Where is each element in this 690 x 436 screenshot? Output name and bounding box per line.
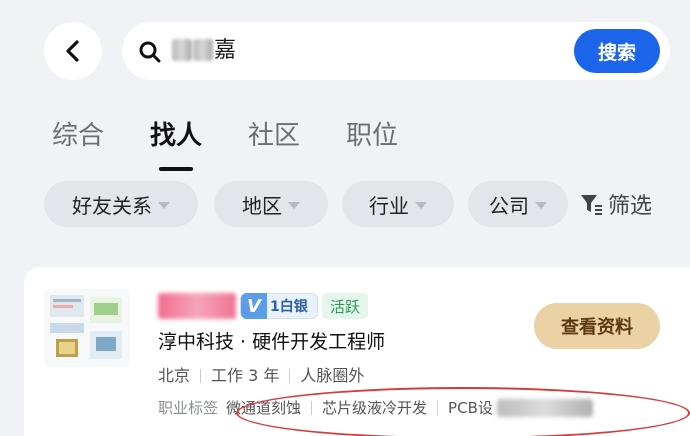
filter-chip-company[interactable]: 公司 bbox=[468, 181, 568, 227]
location: 北京 bbox=[158, 366, 191, 385]
caret-down-icon bbox=[535, 201, 547, 209]
vip-badge-letter: V bbox=[241, 293, 267, 319]
person-result-card[interactable]: V 1白银 活跃 淳中科技 · 硬件开发工程师 北京 工作 3 年 人脉圈外 职… bbox=[24, 267, 690, 436]
avatar-image bbox=[50, 295, 122, 359]
search-query-char: 嘉 bbox=[214, 38, 237, 63]
filter-chip-friend-relation[interactable]: 好友关系 bbox=[44, 181, 198, 227]
divider bbox=[200, 369, 202, 383]
view-profile-button[interactable]: 查看资料 bbox=[534, 303, 660, 349]
tab-jobs[interactable]: 职位 bbox=[346, 117, 398, 161]
search-button[interactable]: 搜索 bbox=[574, 29, 660, 73]
filter-chip-label: 行业 bbox=[369, 193, 409, 218]
active-tab-indicator bbox=[159, 167, 194, 171]
search-input[interactable]: 嘉 搜索 bbox=[122, 22, 670, 80]
filter-button[interactable]: 筛选 bbox=[578, 186, 652, 222]
experience: 工作 3 年 bbox=[211, 366, 280, 385]
vip-badge: V 1白银 bbox=[240, 293, 318, 319]
career-tags-label: 职业标签 bbox=[158, 399, 219, 417]
caret-down-icon bbox=[158, 201, 170, 209]
funnel-icon bbox=[581, 195, 602, 215]
tab-comprehensive[interactable]: 综合 bbox=[52, 117, 104, 161]
tab-community[interactable]: 社区 bbox=[248, 117, 300, 161]
vip-badge-text: 1白银 bbox=[270, 299, 308, 315]
person-meta: 北京 工作 3 年 人脉圈外 bbox=[158, 365, 364, 387]
filter-chip-region[interactable]: 地区 bbox=[214, 181, 328, 227]
search-icon bbox=[139, 41, 161, 63]
caret-down-icon bbox=[415, 201, 427, 209]
filter-chip-industry[interactable]: 行业 bbox=[342, 181, 454, 227]
person-title: 淳中科技 · 硬件开发工程师 bbox=[158, 331, 386, 353]
filter-chip-label: 好友关系 bbox=[72, 193, 152, 218]
filter-chip-label: 地区 bbox=[242, 193, 282, 218]
avatar bbox=[44, 289, 130, 367]
back-button[interactable] bbox=[44, 22, 102, 80]
divider bbox=[289, 369, 291, 383]
filter-button-label: 筛选 bbox=[608, 194, 653, 219]
blurred-text bbox=[193, 39, 213, 61]
caret-down-icon bbox=[288, 201, 300, 209]
blurred-name bbox=[158, 293, 236, 319]
tab-people[interactable]: 找人 bbox=[150, 117, 203, 171]
active-status-badge: 活跃 bbox=[322, 293, 369, 319]
search-query: 嘉 bbox=[172, 35, 236, 67]
chevron-left-icon bbox=[66, 40, 79, 62]
annotation-circle bbox=[236, 387, 690, 436]
search-tabs: 综合 找人 社区 职位 bbox=[52, 117, 444, 171]
filter-chip-label: 公司 bbox=[489, 193, 529, 218]
blurred-text bbox=[172, 39, 192, 61]
tab-people-label: 找人 bbox=[150, 121, 203, 151]
network-status: 人脉圈外 bbox=[300, 366, 365, 385]
